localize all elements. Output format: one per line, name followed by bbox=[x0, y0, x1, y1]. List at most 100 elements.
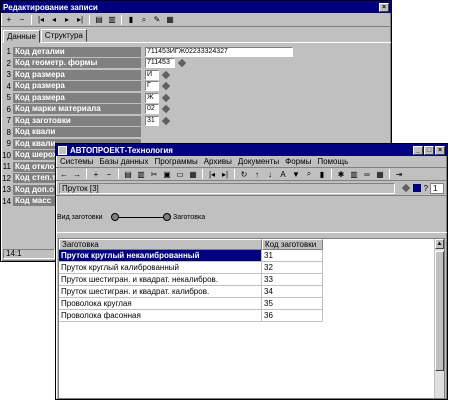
edit-record-titlebar[interactable]: Редактирование записи × bbox=[1, 1, 391, 13]
maximize-button[interactable]: □ bbox=[424, 145, 434, 155]
save-icon[interactable]: ▣ bbox=[161, 169, 173, 180]
vertical-scrollbar[interactable]: ▲ bbox=[434, 239, 444, 398]
autoproject-titlebar[interactable]: АВТОПРОЕКТ-Технология _ □ × bbox=[56, 144, 447, 156]
open-icon[interactable]: ▭ bbox=[174, 169, 186, 180]
field-input[interactable]: 31 bbox=[145, 115, 159, 126]
autoproject-window: АВТОПРОЕКТ-Технология _ □ × Системы Базы… bbox=[55, 143, 448, 400]
edit-tabs: Данные Структура bbox=[1, 27, 391, 43]
lookup-icon[interactable] bbox=[177, 59, 187, 68]
field-label: Код квали bbox=[13, 127, 141, 138]
table-row[interactable]: Проволока фасонная 36 bbox=[59, 310, 444, 322]
field-input[interactable]: Г bbox=[145, 81, 159, 92]
close-button[interactable]: × bbox=[435, 145, 445, 155]
search-icon[interactable]: ⌕ bbox=[138, 14, 150, 25]
menu-programs[interactable]: Программы bbox=[154, 157, 197, 166]
tab-structure[interactable]: Структура bbox=[40, 29, 87, 42]
field-label: Код размера bbox=[13, 81, 141, 92]
field-label: Код размера bbox=[13, 92, 141, 103]
page-spinner[interactable]: 1 bbox=[430, 182, 444, 194]
field-label: Код марки материала bbox=[13, 104, 141, 115]
app-icon bbox=[58, 145, 67, 155]
menu-databases[interactable]: Базы данных bbox=[100, 157, 149, 166]
text-icon[interactable]: A bbox=[277, 169, 289, 180]
db-icon[interactable] bbox=[412, 184, 421, 192]
billet-table: Заготовка Код заготовки Пруток круглый н… bbox=[58, 238, 445, 399]
close-button[interactable]: × bbox=[379, 2, 389, 12]
first-icon[interactable]: |◂ bbox=[206, 169, 218, 180]
edit-icon[interactable]: ✎ bbox=[151, 14, 163, 25]
path-label: Пруток [3] bbox=[59, 182, 395, 194]
print-icon[interactable]: ▦ bbox=[187, 169, 199, 180]
first-record-icon[interactable]: |◂ bbox=[35, 14, 47, 25]
info-icon[interactable]: ? bbox=[424, 184, 428, 193]
field-input[interactable]: Ж bbox=[145, 92, 159, 103]
lookup-icon[interactable] bbox=[161, 93, 171, 102]
exit-icon[interactable]: ⇥ bbox=[393, 169, 405, 180]
next-record-icon[interactable]: ▸ bbox=[61, 14, 73, 25]
field-input[interactable]: 711453ИГЖ02233324327 bbox=[145, 46, 293, 57]
header-billet[interactable]: Заготовка bbox=[59, 239, 262, 250]
grid-icon[interactable]: ▦ bbox=[374, 169, 386, 180]
trash-icon[interactable]: ▮ bbox=[125, 14, 137, 25]
link-icon[interactable]: ∞ bbox=[361, 169, 373, 180]
menu-archives[interactable]: Архивы bbox=[204, 157, 232, 166]
header-billet-code[interactable]: Код заготовки bbox=[262, 239, 323, 250]
cut-icon[interactable]: ✂ bbox=[148, 169, 160, 180]
copy-icon[interactable]: ▤ bbox=[93, 14, 105, 25]
sort-desc-icon[interactable]: ↓ bbox=[264, 169, 276, 180]
remove-icon[interactable]: − bbox=[103, 169, 115, 180]
field-input[interactable]: 02 bbox=[145, 104, 159, 115]
menu-help[interactable]: Помощь bbox=[317, 157, 348, 166]
back-arrow-icon[interactable]: ← bbox=[58, 169, 70, 180]
filter-icon[interactable]: ▼ bbox=[290, 169, 302, 180]
table-row[interactable]: Пруток круглый некалиброванный 31 bbox=[59, 250, 444, 262]
trash-icon[interactable]: ▮ bbox=[316, 169, 328, 180]
refresh-icon[interactable]: ↻ bbox=[238, 169, 250, 180]
copy-icon[interactable]: ▤ bbox=[122, 169, 134, 180]
nav-diamond-icon[interactable] bbox=[401, 183, 410, 193]
table-row[interactable]: Пруток круглый калиброванный 32 bbox=[59, 262, 444, 274]
menu-documents[interactable]: Документы bbox=[238, 157, 279, 166]
scroll-thumb[interactable] bbox=[435, 251, 444, 371]
breadcrumb-item[interactable]: Вид заготовки bbox=[57, 214, 103, 221]
field-row: 6 Код марки материала 02 bbox=[1, 104, 391, 116]
table-row[interactable]: Проволока круглая 35 bbox=[59, 298, 444, 310]
last-icon[interactable]: ▸| bbox=[219, 169, 231, 180]
field-row: 8 Код квали bbox=[1, 127, 391, 139]
lookup-icon[interactable] bbox=[161, 116, 171, 125]
lookup-icon[interactable] bbox=[161, 105, 171, 114]
breadcrumb-connector bbox=[119, 217, 164, 218]
menu-systems[interactable]: Системы bbox=[60, 157, 94, 166]
last-record-icon[interactable]: ▸| bbox=[74, 14, 86, 25]
lookup-icon[interactable] bbox=[161, 82, 171, 91]
main-toolbar: ← → + − ▤ ▥ ✂ ▣ ▭ ▦ |◂ ▸| ↻ ↑ ↓ A ▼ ⌕ ▮ … bbox=[56, 167, 447, 181]
scroll-up-arrow-icon[interactable]: ▲ bbox=[435, 239, 444, 249]
menu-bar: Системы Базы данных Программы Архивы Док… bbox=[56, 156, 447, 167]
forward-arrow-icon[interactable]: → bbox=[71, 169, 83, 180]
lookup-icon[interactable] bbox=[161, 70, 171, 79]
chart-icon[interactable]: ▥ bbox=[348, 169, 360, 180]
menu-forms[interactable]: Формы bbox=[285, 157, 311, 166]
field-label: Код деталии bbox=[13, 46, 141, 57]
print-icon[interactable]: ▦ bbox=[164, 14, 176, 25]
field-input[interactable]: 711453 bbox=[145, 58, 175, 69]
add-icon[interactable]: + bbox=[90, 169, 102, 180]
table-row[interactable]: Пруток шестигран. и квадрат. калибров. 3… bbox=[59, 286, 444, 298]
prev-record-icon[interactable]: ◂ bbox=[48, 14, 60, 25]
sort-asc-icon[interactable]: ↑ bbox=[251, 169, 263, 180]
edit-record-title: Редактирование записи bbox=[3, 2, 98, 12]
minimize-button[interactable]: _ bbox=[413, 145, 423, 155]
field-label: Код геометр. формы bbox=[13, 58, 141, 69]
paste-icon[interactable]: ▥ bbox=[106, 14, 118, 25]
table-header: Заготовка Код заготовки bbox=[59, 239, 444, 250]
add-record-icon[interactable]: + bbox=[3, 14, 15, 25]
delete-record-icon[interactable]: − bbox=[16, 14, 28, 25]
search-icon[interactable]: ⌕ bbox=[303, 169, 315, 180]
tools-icon[interactable]: ✱ bbox=[335, 169, 347, 180]
field-input[interactable]: И bbox=[145, 69, 159, 80]
breadcrumb-item[interactable]: Заготовка bbox=[173, 214, 205, 221]
field-row: 7 Код заготовки 31 bbox=[1, 115, 391, 127]
tab-data[interactable]: Данные bbox=[3, 30, 40, 43]
table-row[interactable]: Пруток шестигран. и квадрат. некалибров.… bbox=[59, 274, 444, 286]
paste-icon[interactable]: ▥ bbox=[135, 169, 147, 180]
